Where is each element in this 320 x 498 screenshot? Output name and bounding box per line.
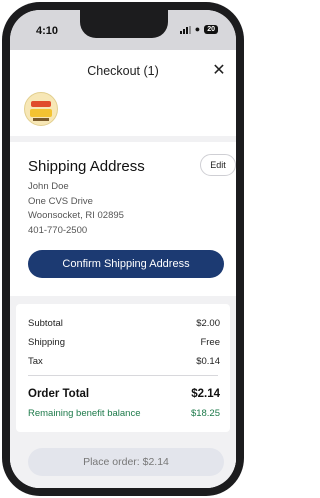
order-total-label: Order Total	[28, 388, 90, 400]
screen: 4:10 ● 20 Checkout (1) ✕ Shipping Addres…	[10, 10, 236, 488]
status-time: 4:10	[36, 25, 59, 37]
checkout-header: Checkout (1) ✕	[10, 50, 236, 86]
summary-divider	[28, 375, 218, 376]
close-icon[interactable]: ✕	[210, 62, 228, 80]
signal-icon	[179, 25, 191, 34]
page-title: Checkout (1)	[87, 64, 159, 78]
product-thumbnail[interactable]	[24, 92, 58, 126]
order-summary-card: Subtotal $2.00 Shipping Free Tax $0.14 O…	[16, 304, 230, 432]
address-name: John Doe	[28, 181, 69, 192]
notch	[80, 10, 168, 38]
phone-frame: 4:10 ● 20 Checkout (1) ✕ Shipping Addres…	[0, 0, 246, 498]
divider	[10, 136, 236, 142]
address-city: Woonsocket, RI 02895	[28, 210, 124, 221]
subtotal-label: Subtotal	[28, 318, 63, 329]
shipping-value: Free	[200, 337, 220, 348]
benefit-balance-label: Remaining benefit balance	[28, 408, 141, 419]
address-phone: 401-770-2500	[28, 224, 88, 236]
shipping-label: Shipping	[28, 337, 65, 348]
shipping-address-heading: Shipping Address	[28, 158, 145, 175]
edit-address-button[interactable]: Edit	[200, 154, 236, 176]
order-total-value: $2.14	[191, 388, 220, 400]
shipping-address-block: John Doe One CVS Drive Woonsocket, RI 02…	[28, 180, 124, 238]
tax-label: Tax	[28, 356, 43, 367]
wifi-icon: ●	[194, 24, 201, 34]
benefit-balance-value: $18.25	[190, 408, 220, 419]
checkout-sheet: Checkout (1) ✕ Shipping Address Edit Joh…	[10, 50, 236, 488]
status-bar: 4:10 ● 20	[10, 10, 236, 50]
place-order-button[interactable]: Place order: $2.14	[28, 448, 224, 476]
tax-value: $0.14	[196, 356, 220, 367]
status-icons: ● 20	[179, 24, 218, 34]
confirm-shipping-address-button[interactable]: Confirm Shipping Address	[28, 250, 224, 278]
battery-icon: 20	[204, 25, 218, 34]
address-street: One CVS Drive	[28, 195, 93, 207]
subtotal-value: $2.00	[196, 318, 220, 329]
